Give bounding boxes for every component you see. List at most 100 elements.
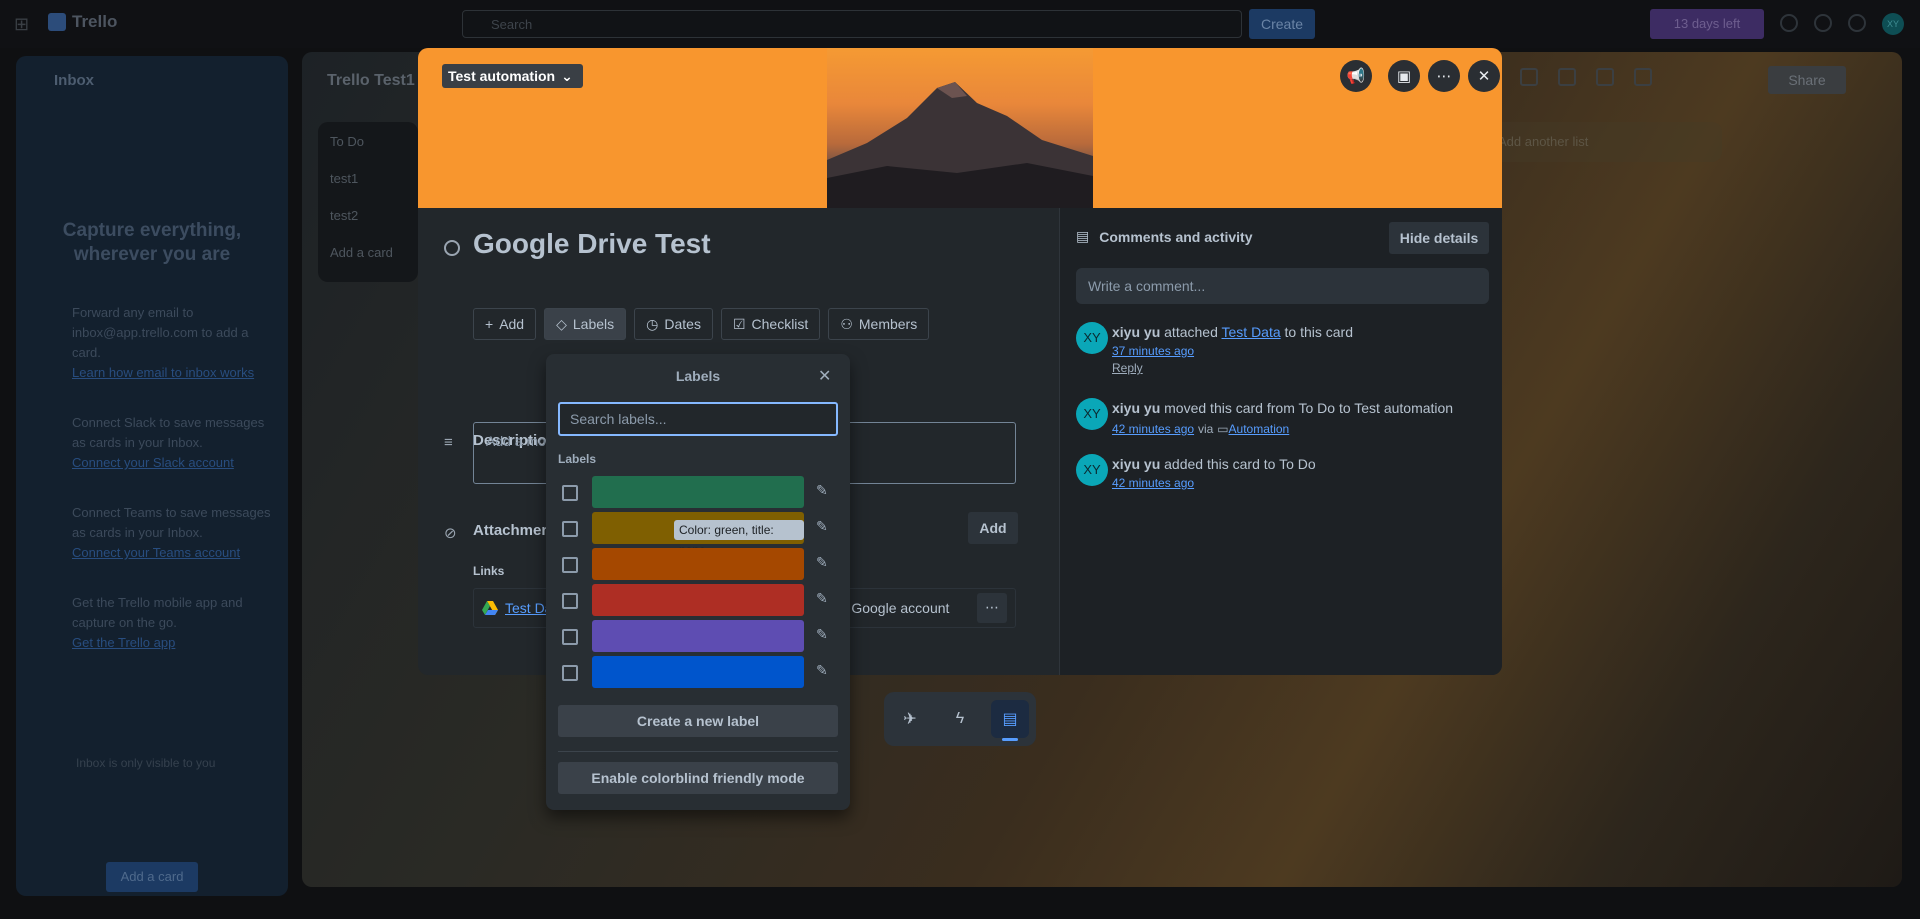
dates-button[interactable]: ◷ Dates <box>634 308 713 340</box>
power-up-icon[interactable] <box>1520 68 1538 86</box>
inbox-add-card-button[interactable]: Add a card <box>106 862 198 892</box>
paperclip-icon: ⊘ <box>444 525 457 542</box>
members-button[interactable]: ⚇ Members <box>828 308 930 340</box>
label-checkbox[interactable] <box>562 557 578 573</box>
close-icon[interactable]: ✕ <box>1468 60 1500 92</box>
board-toolbar <box>1520 68 1652 86</box>
card-floating-toolbar: ✈ ϟ ▤ <box>884 692 1036 746</box>
plus-icon: + <box>485 316 494 332</box>
reply-link[interactable]: Reply <box>1112 360 1492 376</box>
list-card[interactable]: test2 <box>330 208 406 223</box>
board-title[interactable]: Trello Test1 <box>327 72 415 90</box>
tip-link[interactable]: Connect your Teams account <box>72 545 240 560</box>
user-avatar[interactable]: XY <box>1882 13 1904 35</box>
hide-details-button[interactable]: Hide details <box>1389 222 1489 254</box>
automation-icon[interactable] <box>1558 68 1576 86</box>
colorblind-mode-button[interactable]: Enable colorblind friendly mode <box>558 762 838 794</box>
label-row: ✎ <box>558 548 838 580</box>
avatar[interactable]: XY <box>1076 322 1108 354</box>
activity-header: ▤ Comments and activity <box>1076 228 1253 245</box>
links-label: Links <box>473 564 505 578</box>
board-list: To Do test1 test2 Add a card <box>318 122 418 282</box>
pencil-icon[interactable]: ✎ <box>816 554 828 571</box>
card-title[interactable]: Google Drive Test <box>473 228 711 260</box>
automation-icon: ▭ <box>1217 422 1229 436</box>
megaphone-icon[interactable]: 📢 <box>1340 60 1372 92</box>
pencil-icon[interactable]: ✎ <box>816 482 828 499</box>
timestamp-link[interactable]: 42 minutes ago <box>1112 422 1194 436</box>
help-icon[interactable] <box>1848 14 1866 32</box>
label-checkbox[interactable] <box>562 521 578 537</box>
global-search-input[interactable]: Search <box>462 10 1242 38</box>
top-nav: ⊞ Trello Search Create 13 days left XY <box>0 0 1920 48</box>
avatar[interactable]: XY <box>1076 454 1108 486</box>
label-swatch[interactable] <box>592 620 804 652</box>
checklist-icon: ☑ <box>732 315 746 332</box>
trial-badge[interactable]: 13 days left <box>1650 9 1764 39</box>
label-swatch[interactable] <box>592 548 804 580</box>
filter-icon[interactable] <box>1596 68 1614 86</box>
inbox-panel: Inbox Capture everything, wherever you a… <box>16 56 288 896</box>
avatar[interactable]: XY <box>1076 398 1108 430</box>
inbox-tip: Forward any email to inbox@app.trello.co… <box>72 305 255 380</box>
tip-link[interactable]: Connect your Slack account <box>72 455 234 470</box>
label-checkbox[interactable] <box>562 593 578 609</box>
card-list-selector[interactable]: Test automation ⌄ <box>442 64 583 88</box>
automation-link[interactable]: Automation <box>1229 422 1290 436</box>
create-button[interactable]: Create <box>1249 9 1315 39</box>
tag-icon: ◇ <box>556 315 567 332</box>
label-checkbox[interactable] <box>562 485 578 501</box>
more-icon[interactable]: ⋯ <box>1428 60 1460 92</box>
close-icon[interactable]: ✕ <box>818 366 831 386</box>
timestamp-link[interactable]: 37 minutes ago <box>1112 342 1492 360</box>
more-icon[interactable]: ⋯ <box>977 593 1007 623</box>
rocket-icon[interactable]: ✈ <box>891 700 929 738</box>
inbox-title: Inbox <box>54 72 94 89</box>
card-actions: + Add ◇ Labels ◷ Dates ☑ Checklist ⚇ Members <box>473 308 930 340</box>
label-row: Color: green, title: none ✎ <box>558 512 838 557</box>
list-title[interactable]: To Do <box>330 134 406 149</box>
cover-image <box>827 48 1093 208</box>
timestamp-link[interactable]: 42 minutes ago <box>1112 474 1492 492</box>
label-swatch[interactable]: Color: green, title: none <box>592 512 804 557</box>
create-label-button[interactable]: Create a new label <box>558 705 838 737</box>
label-swatch[interactable] <box>592 656 804 688</box>
add-attachment-button[interactable]: Add <box>968 512 1018 544</box>
attachment-link[interactable]: Test Data <box>1222 324 1281 340</box>
pencil-icon[interactable]: ✎ <box>816 590 828 607</box>
pencil-icon[interactable]: ✎ <box>816 626 828 643</box>
megaphone-icon[interactable] <box>1780 14 1798 32</box>
label-swatch[interactable] <box>592 476 804 508</box>
pencil-icon[interactable]: ✎ <box>816 518 828 535</box>
app-switcher-icon[interactable]: ⊞ <box>14 14 34 34</box>
inbox-tip: Connect Slack to save messages as cards … <box>72 415 265 470</box>
star-icon[interactable] <box>1634 68 1652 86</box>
clock-icon: ◷ <box>646 315 659 332</box>
complete-toggle[interactable] <box>444 240 460 256</box>
list-card[interactable]: test1 <box>330 171 406 186</box>
tip-link[interactable]: Get the Trello app <box>72 635 175 650</box>
label-swatch[interactable] <box>592 584 804 616</box>
comment-input[interactable]: Write a comment... <box>1076 268 1489 304</box>
add-button[interactable]: + Add <box>473 308 537 340</box>
inbox-private-note: Inbox is only visible to you <box>76 756 216 770</box>
description-icon: ≡ <box>444 434 453 451</box>
cover-image-icon[interactable]: ▣ <box>1388 60 1420 92</box>
checklist-button[interactable]: ☑ Checklist <box>720 308 821 340</box>
lightning-icon[interactable]: ϟ <box>941 700 979 738</box>
trello-logo[interactable]: Trello <box>48 12 117 32</box>
tip-link[interactable]: Learn how email to inbox works <box>72 365 254 380</box>
label-checkbox[interactable] <box>562 665 578 681</box>
add-list-button[interactable]: Add another list <box>1476 122 1722 162</box>
list-add-card[interactable]: Add a card <box>330 245 406 260</box>
search-labels-input[interactable]: Search labels... <box>558 402 838 436</box>
link-account-text: ur Google account <box>835 600 950 616</box>
share-button[interactable]: Share <box>1768 66 1846 94</box>
comments-icon[interactable]: ▤ <box>991 700 1029 741</box>
labels-button[interactable]: ◇ Labels <box>544 308 627 340</box>
google-drive-icon <box>482 601 498 615</box>
label-checkbox[interactable] <box>562 629 578 645</box>
label-row: ✎ <box>558 584 838 616</box>
bell-icon[interactable] <box>1814 14 1832 32</box>
pencil-icon[interactable]: ✎ <box>816 662 828 679</box>
